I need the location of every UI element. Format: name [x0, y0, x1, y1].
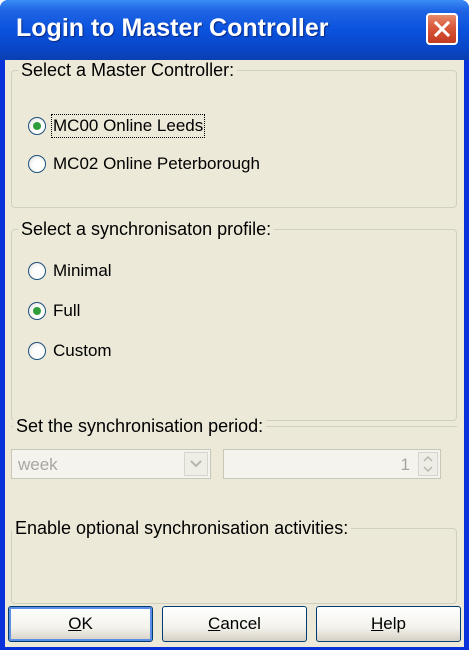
title-bar[interactable]: Login to Master Controller: [0, 0, 469, 60]
radio-mc00-label[interactable]: MC00 Online Leeds: [50, 114, 206, 138]
help-button[interactable]: Help: [316, 606, 461, 642]
help-label-rest: elp: [383, 614, 406, 633]
ok-label-rest: K: [81, 614, 93, 633]
radio-custom-label[interactable]: Custom: [53, 341, 112, 361]
cancel-label-rest: ancel: [220, 614, 261, 633]
close-icon: [434, 21, 450, 37]
profile-group: Select a synchronisaton profile: Minimal…: [11, 219, 457, 421]
radio-button[interactable]: [28, 342, 46, 360]
ok-mnemonic: O: [68, 614, 82, 633]
radio-minimal-label[interactable]: Minimal: [53, 261, 112, 281]
activities-label: Enable optional synchronisation activiti…: [12, 518, 352, 539]
radio-custom[interactable]: Custom: [28, 338, 112, 364]
button-bar: OK Cancel Help: [5, 603, 464, 647]
period-amount-spinner[interactable]: 1: [223, 449, 441, 479]
close-button[interactable]: [426, 13, 458, 45]
period-amount-value: 1: [400, 455, 410, 474]
period-label: Set the synchronisation period:: [13, 416, 267, 437]
radio-button-checked[interactable]: [28, 117, 46, 135]
master-controller-group: Select a Master Controller: MC00 Online …: [11, 60, 457, 208]
cancel-mnemonic: C: [208, 614, 221, 633]
spin-arrows-icon: [423, 455, 433, 473]
radio-mc02[interactable]: MC02 Online Peterborough: [28, 151, 260, 177]
period-unit-value: week: [18, 455, 58, 474]
help-mnemonic: H: [371, 614, 384, 633]
chevron-down-icon: [190, 460, 202, 468]
dialog-body: Select a Master Controller: MC00 Online …: [5, 60, 464, 647]
spin-buttons[interactable]: [418, 452, 438, 476]
radio-button[interactable]: [28, 155, 46, 173]
radio-full[interactable]: Full: [28, 298, 80, 324]
radio-mc02-label[interactable]: MC02 Online Peterborough: [53, 154, 260, 174]
window-title: Login to Master Controller: [16, 14, 329, 42]
period-unit-dropdown[interactable]: week: [11, 449, 211, 479]
master-controller-label: Select a Master Controller:: [18, 60, 238, 81]
radio-full-label[interactable]: Full: [53, 301, 80, 321]
cancel-button[interactable]: Cancel: [162, 606, 307, 642]
period-group: Set the synchronisation period: week 1: [11, 416, 457, 507]
radio-minimal[interactable]: Minimal: [28, 258, 112, 284]
radio-button-checked[interactable]: [28, 302, 46, 320]
radio-mc00[interactable]: MC00 Online Leeds: [28, 113, 206, 139]
dropdown-button[interactable]: [184, 452, 208, 476]
activities-group: Enable optional synchronisation activiti…: [11, 518, 457, 604]
profile-label: Select a synchronisaton profile:: [18, 219, 275, 240]
ok-button[interactable]: OK: [8, 606, 153, 642]
radio-button[interactable]: [28, 262, 46, 280]
login-dialog: Login to Master Controller Select a Mast…: [0, 0, 469, 650]
